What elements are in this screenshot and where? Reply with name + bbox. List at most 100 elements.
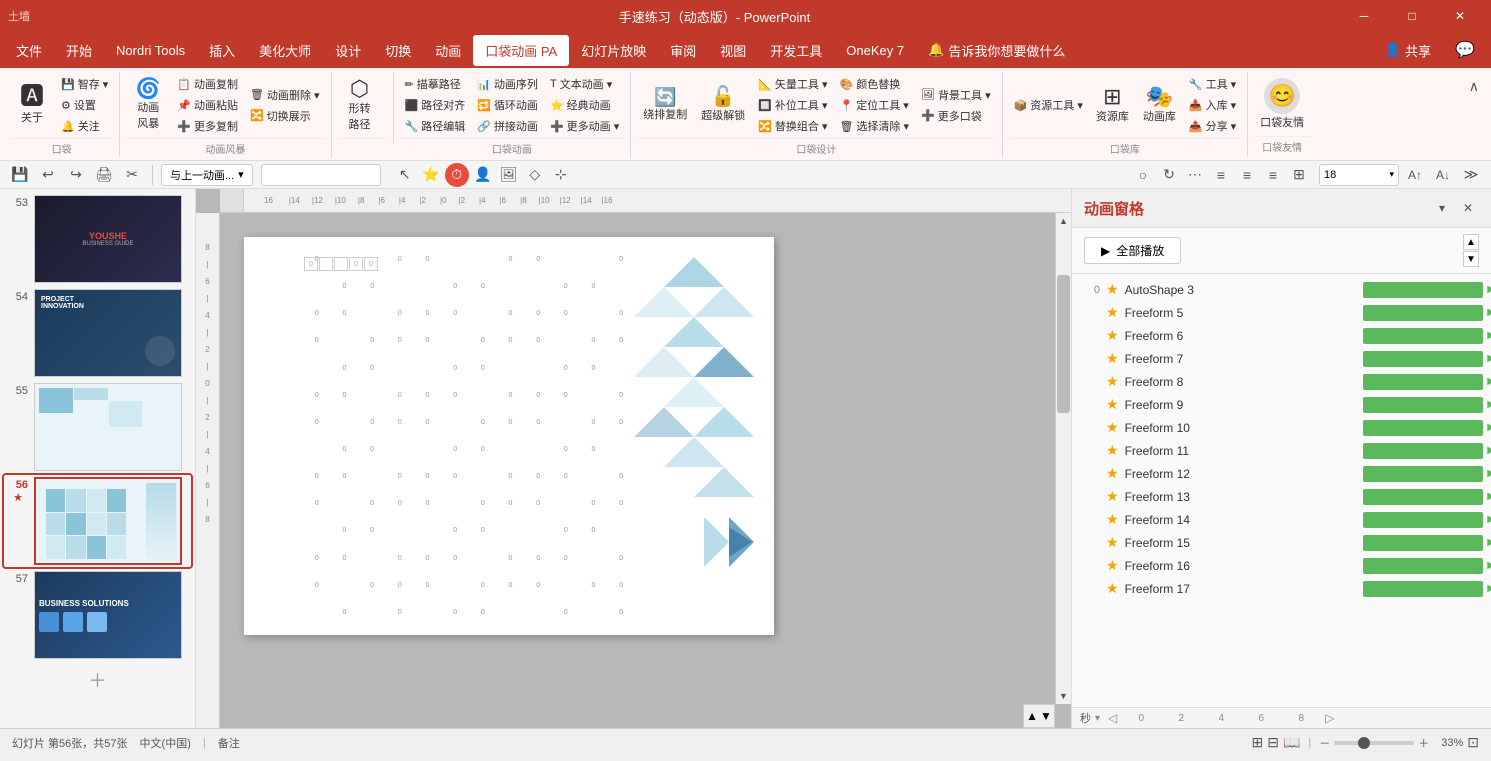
timeline-left-arrow[interactable]: ◁ [1108, 711, 1117, 725]
anim-row-5[interactable]: ★ Freeform 9 [1072, 393, 1491, 416]
tb-shape-btn[interactable]: ◇ [523, 163, 547, 187]
qa-undo-btn[interactable]: ↩ [36, 163, 60, 187]
menu-review[interactable]: 审阅 [658, 35, 708, 66]
anim-scroll-up-btn[interactable]: ▲ [1463, 234, 1479, 250]
menu-share[interactable]: 👤共享 [1373, 35, 1443, 66]
ribbon-btn-switch-show[interactable]: 🔀切换展示 [245, 106, 325, 126]
view-slide-btn[interactable]: ⊟ [1267, 734, 1279, 751]
tb-align2-btn[interactable]: ≡ [1235, 163, 1259, 187]
slide-thumb-54[interactable]: 54 ★ PROJECTINNOVATION [4, 287, 191, 379]
anim-row-6[interactable]: ★ Freeform 10 [1072, 416, 1491, 439]
tb-cursor-btn[interactable]: ↖ [393, 163, 417, 187]
vscroll-down-btn[interactable]: ▼ [1056, 688, 1071, 704]
slide-thumb-57[interactable]: 57 ★ BUSINESS SOLUTIONS [4, 569, 191, 661]
tb-img-btn[interactable]: 🖼 [497, 163, 521, 187]
anim-pane-close-btn[interactable]: ✕ [1457, 197, 1479, 219]
ribbon-btn-resource-lib[interactable]: ⊞ 资源库 [1090, 82, 1135, 128]
qa-cut-btn[interactable]: ✂ [120, 163, 144, 187]
ribbon-btn-about[interactable]: 🅰 关于 [10, 81, 54, 129]
animation-timing-dropdown[interactable]: 与上一动画... ▾ [161, 164, 253, 186]
menu-view[interactable]: 视图 [708, 35, 758, 66]
ribbon-btn-loop-anim[interactable]: 🔁循环动画 [472, 95, 543, 115]
ribbon-btn-bg-tool[interactable]: 🖼背景工具 ▾ [916, 85, 996, 105]
timing-value-input[interactable] [261, 164, 381, 186]
ribbon-btn-pocket-friend[interactable]: 😊 口袋友情 [1254, 74, 1310, 134]
next-slide-btn[interactable]: ▼ [1040, 709, 1052, 723]
ribbon-btn-classic-anim[interactable]: ⭐经典动画 [545, 95, 624, 115]
ribbon-btn-vector-tool[interactable]: 📐矢量工具 ▾ [753, 74, 832, 94]
tb-star-btn[interactable]: ⭐ [419, 163, 443, 187]
tb-arrow-btn[interactable]: ↻ [1157, 163, 1181, 187]
anim-row-7[interactable]: ★ Freeform 11 [1072, 439, 1491, 462]
slide-thumb-55[interactable]: 55 ★ [4, 381, 191, 473]
zoom-in-btn[interactable]: ＋ [1418, 735, 1429, 751]
ribbon-btn-import[interactable]: 📥入库 ▾ [1184, 95, 1241, 115]
ribbon-btn-anim-paste[interactable]: 📌动画粘贴 [172, 95, 243, 115]
ribbon-btn-anim-delete[interactable]: 🗑动画删除 ▾ [245, 85, 325, 105]
slide-thumb-56[interactable]: 56 ★ [4, 475, 191, 567]
menu-beautify[interactable]: 美化大师 [247, 35, 323, 66]
timeline-dropdown-icon[interactable]: ▾ [1095, 713, 1100, 724]
ribbon-collapse-button[interactable]: ∧ [1463, 76, 1485, 97]
menu-transition[interactable]: 切换 [373, 35, 423, 66]
menu-file[interactable]: 文件 [4, 35, 54, 66]
view-reading-btn[interactable]: 📖 [1283, 734, 1300, 751]
font-size-input[interactable]: 18▾ [1319, 164, 1399, 186]
ribbon-btn-more-copy[interactable]: ➕更多复制 [172, 116, 243, 136]
ribbon-btn-wrap-copy[interactable]: 🔄 绕排复制 [637, 84, 693, 126]
ribbon-btn-splice-anim[interactable]: 🔗拼接动画 [472, 116, 543, 136]
anim-row-3[interactable]: ★ Freeform 7 [1072, 347, 1491, 370]
tb-align3-btn[interactable]: ≡ [1261, 163, 1285, 187]
timeline-right-arrow[interactable]: ▷ [1325, 711, 1334, 725]
ribbon-btn-color-replace[interactable]: 🎨颜色替换 [835, 74, 915, 94]
anim-scroll-down-btn[interactable]: ▼ [1463, 251, 1479, 267]
tb-cursor2-btn[interactable]: ⊹ [549, 163, 573, 187]
anim-row-0[interactable]: 0 ★ AutoShape 3 [1072, 278, 1491, 301]
close-button[interactable]: ✕ [1437, 0, 1483, 32]
ribbon-btn-more-anim[interactable]: ➕更多动画 ▾ [545, 116, 624, 136]
canvas-vscrollbar[interactable]: ▲ ▼ [1055, 213, 1071, 704]
vscroll-up-btn[interactable]: ▲ [1056, 213, 1071, 229]
ribbon-btn-anim-seq[interactable]: 📊动画序列 [472, 74, 543, 94]
ribbon-btn-shapepath[interactable]: ⬡ 形转路径 [338, 74, 382, 136]
anim-play-button[interactable]: ▶ 全部播放 [1084, 237, 1181, 264]
ribbon-btn-tool[interactable]: 🔧工具 ▾ [1184, 74, 1241, 94]
menu-insert[interactable]: 插入 [197, 35, 247, 66]
ribbon-btn-animstorm[interactable]: 🌀 动画风暴 [126, 75, 170, 135]
menu-nordri[interactable]: Nordri Tools [104, 37, 197, 64]
zoom-slider-thumb[interactable] [1358, 737, 1370, 749]
tb-etc-btn[interactable]: ⋯ [1183, 163, 1207, 187]
menu-pocket-animation[interactable]: 口袋动画 PA [473, 35, 569, 66]
tb-align-btn[interactable]: ≡ [1209, 163, 1233, 187]
menu-developer[interactable]: 开发工具 [758, 35, 834, 66]
anim-row-9[interactable]: ★ Freeform 13 [1072, 485, 1491, 508]
prev-slide-btn[interactable]: ▲ [1026, 709, 1038, 723]
ribbon-btn-share[interactable]: 📤分享 ▾ [1184, 116, 1241, 136]
tb-font-inc-btn[interactable]: A↑ [1403, 163, 1427, 187]
tb-circle-btn[interactable]: ○ [1131, 163, 1155, 187]
qa-save-btn[interactable]: 💾 [8, 163, 32, 187]
menu-slideshow[interactable]: 幻灯片放映 [569, 35, 658, 66]
ribbon-btn-follow[interactable]: 🔔关注 [56, 116, 113, 136]
qa-redo-btn[interactable]: ↪ [64, 163, 88, 187]
add-slide-button[interactable]: ＋ [4, 663, 191, 697]
menu-start[interactable]: 开始 [54, 35, 104, 66]
anim-row-10[interactable]: ★ Freeform 14 [1072, 508, 1491, 531]
zoom-out-btn[interactable]: － [1319, 735, 1330, 751]
vscroll-thumb[interactable] [1057, 275, 1070, 413]
ribbon-btn-replace-combo[interactable]: 🔀替换组合 ▾ [753, 116, 832, 136]
anim-row-2[interactable]: ★ Freeform 6 [1072, 324, 1491, 347]
notes-btn[interactable]: 备注 [218, 735, 240, 751]
ribbon-btn-trace-path[interactable]: ✏描摹路径 [400, 74, 471, 94]
anim-row-8[interactable]: ★ Freeform 12 [1072, 462, 1491, 485]
anim-pane-dropdown-btn[interactable]: ▾ [1431, 197, 1453, 219]
menu-animation[interactable]: 动画 [423, 35, 473, 66]
tb-person-btn[interactable]: 👤 [471, 163, 495, 187]
ribbon-btn-path-align[interactable]: ⬛路径对齐 [400, 95, 471, 115]
ribbon-btn-super-unlock[interactable]: 🔓 超级解锁 [695, 83, 751, 127]
anim-row-4[interactable]: ★ Freeform 8 [1072, 370, 1491, 393]
ribbon-btn-more-pocket[interactable]: ➕更多口袋 [916, 106, 996, 126]
ribbon-btn-resource-tool[interactable]: 📦资源工具 ▾ [1009, 95, 1088, 115]
slide-thumb-53[interactable]: 53 ★ YOUSHE BUSINESS GUIDE [4, 193, 191, 285]
zoom-slider-track[interactable] [1334, 741, 1414, 745]
